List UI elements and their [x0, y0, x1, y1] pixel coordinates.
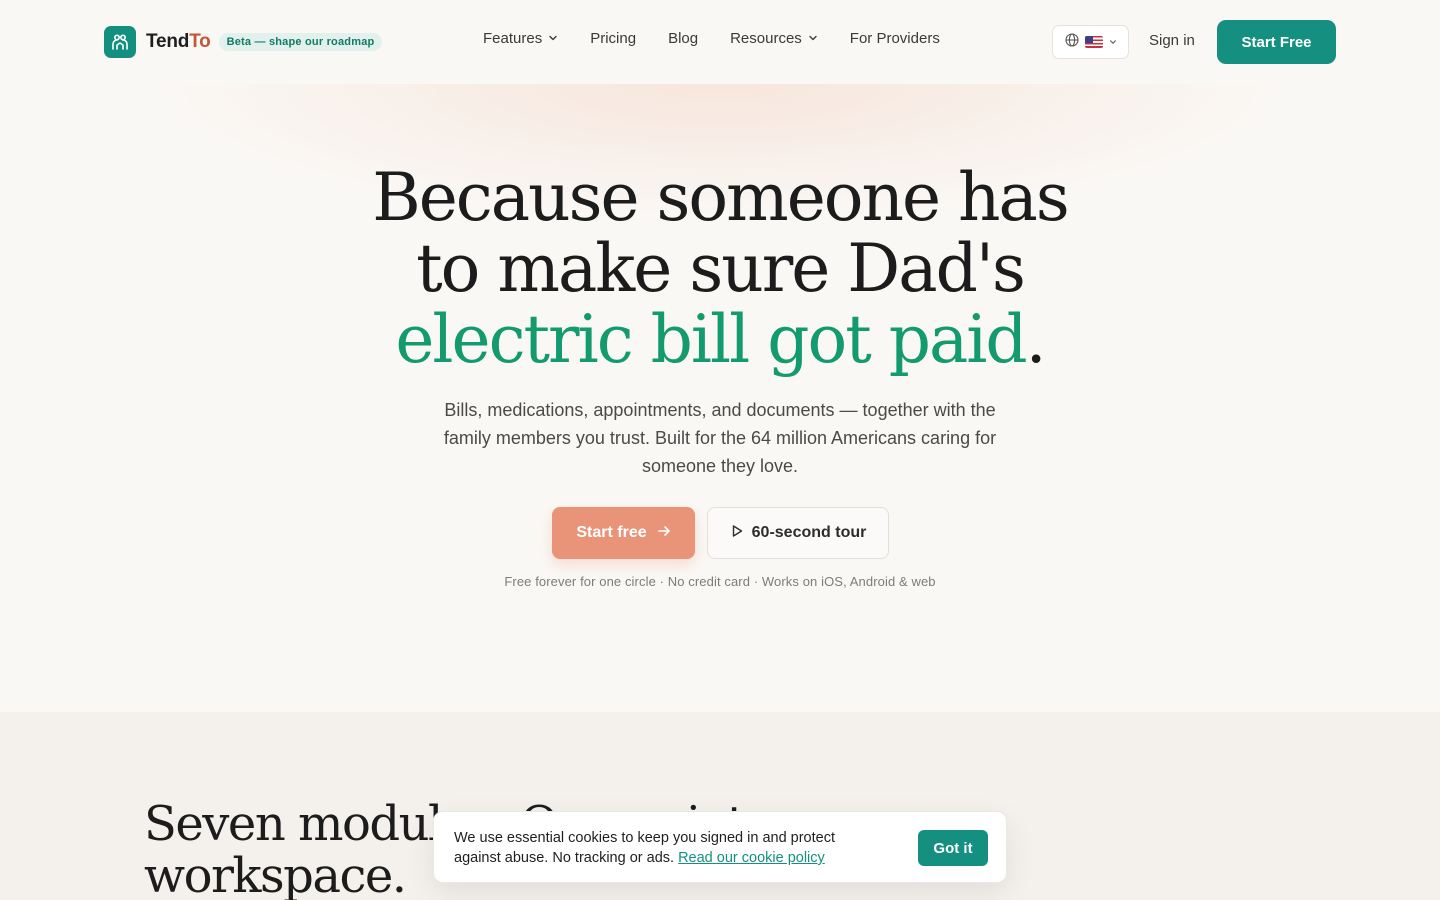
brand-name-part2: To — [189, 31, 211, 52]
logo[interactable]: TendTo Beta — shape our roadmap — [104, 26, 383, 58]
arrow-right-icon — [657, 524, 671, 543]
nav-item-label: Resources — [730, 30, 802, 47]
brand-name-part1: Tend — [146, 31, 190, 52]
hero-title-accent: electric bill got paid — [395, 301, 1027, 378]
nav-item-label: Blog — [668, 30, 699, 47]
nav-item-label: For Providers — [849, 30, 940, 47]
chevron-down-icon — [808, 30, 818, 47]
nav-item-features[interactable]: Features — [483, 30, 558, 47]
hero-subtitle: Bills, medications, appointments, and do… — [443, 400, 997, 476]
cookie-text: We use essential cookies to keep you sig… — [454, 828, 874, 868]
nav-item-for-providers[interactable]: For Providers — [850, 30, 940, 47]
brand-name: TendTo — [146, 31, 211, 53]
hero-title: Because someone has to make sure Dad's e… — [320, 162, 1120, 375]
tour-label: 60-second tour — [751, 524, 867, 541]
start-free-cta-button[interactable]: Start free — [552, 507, 695, 559]
hero-title-line1: Because someone has — [372, 159, 1070, 236]
nav-item-label: Pricing — [590, 30, 637, 47]
logo-mark-icon — [104, 26, 136, 58]
cookie-banner: We use essential cookies to keep you sig… — [433, 811, 1007, 883]
main-nav: Features Pricing Blog Resources For Prov… — [483, 30, 972, 47]
chevron-down-icon — [548, 30, 558, 47]
chevron-down-icon — [1109, 33, 1117, 51]
start-free-button[interactable]: Start Free — [1217, 20, 1336, 64]
cookie-accept-button[interactable]: Got it — [918, 830, 988, 866]
nav-item-resources[interactable]: Resources — [730, 30, 818, 47]
globe-icon — [1064, 32, 1079, 52]
nav-item-pricing[interactable]: Pricing — [590, 30, 636, 47]
cta-label: Start free — [576, 524, 647, 541]
us-flag-icon — [1084, 36, 1103, 48]
nav-item-blog[interactable]: Blog — [668, 30, 698, 47]
site-header: TendTo Beta — shape our roadmap Features… — [0, 0, 1440, 84]
play-icon — [730, 524, 744, 543]
tour-button[interactable]: 60-second tour — [707, 507, 889, 559]
sign-in-link[interactable]: Sign in — [1149, 32, 1195, 49]
language-selector[interactable] — [1052, 25, 1129, 59]
nav-item-label: Features — [483, 30, 543, 47]
hero-title-line2: to make sure Dad's — [416, 230, 1026, 307]
beta-badge[interactable]: Beta — shape our roadmap — [218, 33, 383, 51]
hero-fine-print: Free forever for one circle · No credit … — [504, 574, 936, 589]
hero-title-period: . — [1025, 301, 1047, 378]
cookie-policy-link[interactable]: Read our cookie policy — [678, 850, 825, 866]
